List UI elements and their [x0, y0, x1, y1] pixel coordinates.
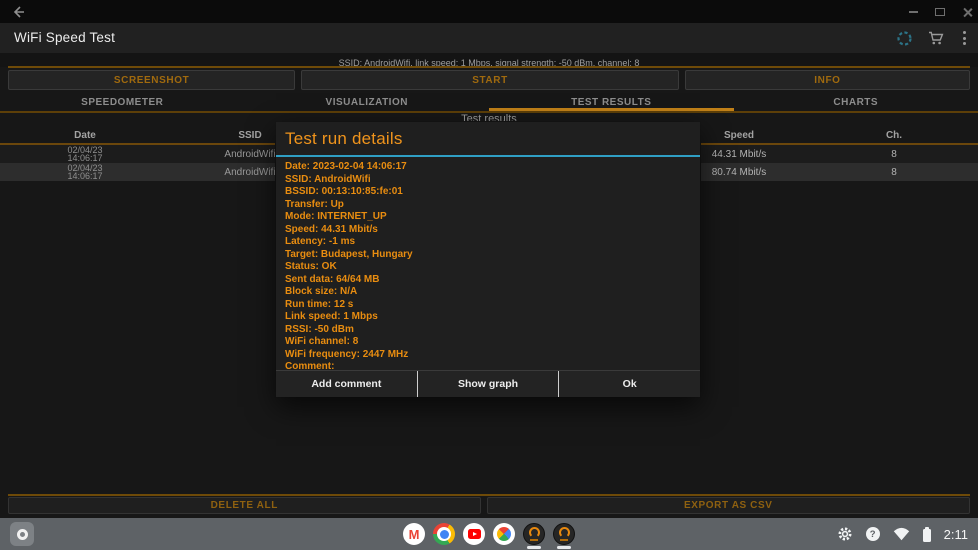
tab-speedometer[interactable]: SPEEDOMETER: [0, 93, 245, 111]
detail-run-time: Run time: 12 s: [285, 299, 691, 312]
close-icon[interactable]: [962, 7, 972, 17]
show-graph-button[interactable]: Show graph: [417, 371, 559, 397]
system-tray[interactable]: ? 2:11: [837, 518, 968, 550]
tab-bar: SPEEDOMETER VISUALIZATION TEST RESULTS C…: [0, 93, 978, 113]
youtube-icon[interactable]: [463, 523, 485, 545]
detail-ssid: SSID: AndroidWifi: [285, 174, 691, 187]
dialog-title: Test run details: [276, 122, 700, 155]
divider: [8, 494, 970, 496]
detail-link-speed: Link speed: 1 Mbps: [285, 311, 691, 324]
divider: [8, 66, 970, 68]
app-bar: WiFi Speed Test: [0, 23, 978, 53]
dialog-button-bar: Add comment Show graph Ok: [276, 370, 700, 397]
google-photos-icon[interactable]: [493, 523, 515, 545]
wifi-speed-test-app-icon[interactable]: [553, 523, 575, 545]
chrome-icon[interactable]: [433, 523, 455, 545]
minimize-icon[interactable]: [909, 11, 918, 13]
screen: WiFi Speed Test SSID: AndroidWifi, link …: [0, 0, 978, 550]
ok-button[interactable]: Ok: [558, 371, 700, 397]
dialog-body: Date: 2023-02-04 14:06:17 SSID: AndroidW…: [276, 157, 700, 374]
row-date: 02/04/2314:06:17: [0, 164, 170, 181]
running-indicator: [557, 546, 571, 549]
detail-bssid: BSSID: 00:13:10:85:fe:01: [285, 186, 691, 199]
detail-mode: Mode: INTERNET_UP: [285, 211, 691, 224]
settings-icon[interactable]: [837, 526, 853, 542]
delete-all-button[interactable]: DELETE ALL: [8, 497, 481, 514]
detail-target: Target: Budapest, Hungary: [285, 249, 691, 262]
wifi-speed-test-app-icon[interactable]: [523, 523, 545, 545]
back-icon[interactable]: [10, 4, 26, 20]
sync-icon[interactable]: [896, 30, 913, 47]
gmail-icon[interactable]: M: [403, 523, 425, 545]
col-header-ch: Ch.: [818, 130, 970, 141]
detail-status: Status: OK: [285, 261, 691, 274]
clock[interactable]: 2:11: [944, 527, 968, 542]
detail-rssi: RSSI: -50 dBm: [285, 324, 691, 337]
add-comment-button[interactable]: Add comment: [276, 371, 417, 397]
tab-test-results[interactable]: TEST RESULTS: [489, 93, 734, 111]
row-channel: 8: [818, 167, 970, 178]
detail-speed: Speed: 44.31 Mbit/s: [285, 224, 691, 237]
app-bar-icons: [896, 23, 970, 53]
detail-transfer: Transfer: Up: [285, 199, 691, 212]
start-button[interactable]: START: [301, 70, 679, 90]
detail-sent-data: Sent data: 64/64 MB: [285, 274, 691, 287]
maximize-icon[interactable]: [935, 8, 945, 16]
info-button[interactable]: INFO: [685, 70, 970, 90]
ssid-info-strip: SSID: AndroidWifi, link speed: 1 Mbps, s…: [0, 53, 978, 67]
detail-block-size: Block size: N/A: [285, 286, 691, 299]
action-row: SCREENSHOT START INFO: [0, 70, 978, 90]
launcher-icon[interactable]: [10, 522, 34, 546]
row-date: 02/04/2314:06:17: [0, 146, 170, 163]
help-icon[interactable]: ?: [866, 527, 880, 541]
detail-wifi-channel: WiFi channel: 8: [285, 336, 691, 349]
app-title: WiFi Speed Test: [14, 30, 115, 45]
taskbar: M ?: [0, 518, 978, 550]
detail-latency: Latency: -1 ms: [285, 236, 691, 249]
export-csv-button[interactable]: EXPORT AS CSV: [487, 497, 970, 514]
window-controls: [909, 0, 972, 23]
dock: M: [403, 523, 575, 545]
tab-visualization[interactable]: VISUALIZATION: [245, 93, 490, 111]
screenshot-button[interactable]: SCREENSHOT: [8, 70, 295, 90]
battery-icon[interactable]: [923, 529, 931, 542]
overflow-menu-icon[interactable]: [959, 29, 970, 47]
running-indicator: [527, 546, 541, 549]
tab-charts[interactable]: CHARTS: [734, 93, 978, 111]
caption-bar: [0, 0, 978, 23]
wifi-icon[interactable]: [893, 527, 910, 541]
test-run-details-dialog: Test run details Date: 2023-02-04 14:06:…: [276, 122, 700, 397]
detail-wifi-frequency: WiFi frequency: 2447 MHz: [285, 349, 691, 362]
col-header-date: Date: [0, 130, 170, 141]
detail-date: Date: 2023-02-04 14:06:17: [285, 161, 691, 174]
cart-icon[interactable]: [928, 31, 944, 46]
row-channel: 8: [818, 149, 970, 160]
bottom-action-row: DELETE ALL EXPORT AS CSV: [0, 497, 978, 514]
